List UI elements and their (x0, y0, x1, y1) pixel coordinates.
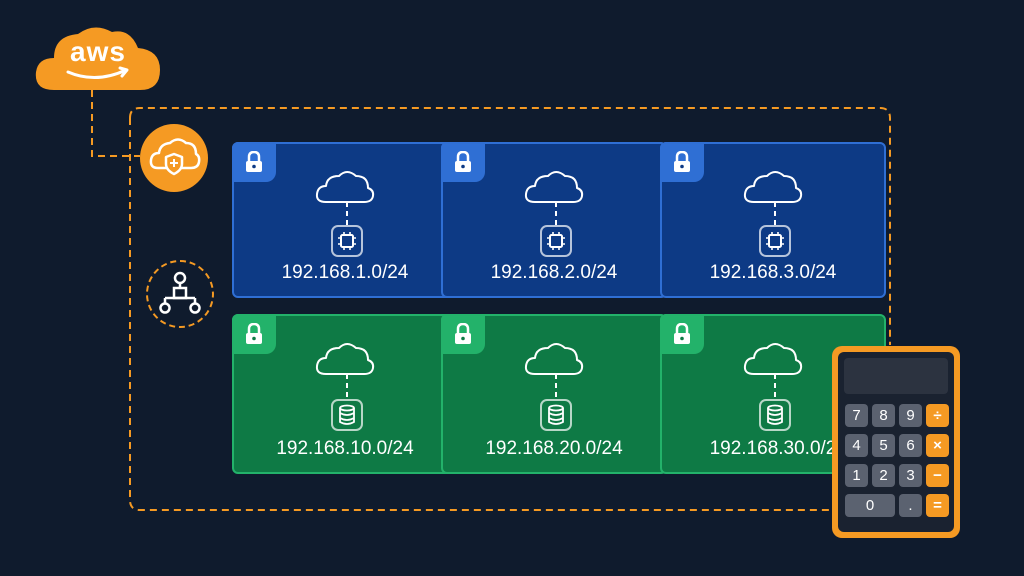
lock-icon (660, 314, 704, 354)
calc-key-0[interactable]: 0 (845, 494, 895, 517)
subnet-cidr: 192.168.2.0/24 (490, 262, 618, 283)
calc-key-equals[interactable]: = (926, 494, 949, 517)
subnet-cidr: 192.168.1.0/24 (281, 262, 409, 283)
calc-key-5[interactable]: 5 (872, 434, 895, 457)
calc-key-3[interactable]: 3 (899, 464, 922, 487)
lock-icon (232, 142, 276, 182)
calc-key-8[interactable]: 8 (872, 404, 895, 427)
aws-logo: aws (34, 22, 162, 92)
lock-icon (232, 314, 276, 354)
cloud-chip-icon (743, 171, 803, 257)
calc-key-4[interactable]: 4 (845, 434, 868, 457)
subnet-cidr: 192.168.20.0/24 (485, 438, 623, 459)
public-subnet-1[interactable]: 192.168.1.0/24 (232, 142, 458, 298)
lock-icon (660, 142, 704, 182)
calculator-icon[interactable]: 7 8 9 ÷ 4 5 6 × 1 2 3 − 0 . = (832, 346, 960, 538)
calculator-display (844, 358, 948, 394)
public-subnet-3[interactable]: 192.168.3.0/24 (660, 142, 886, 298)
calc-key-2[interactable]: 2 (872, 464, 895, 487)
calc-key-minus[interactable]: − (926, 464, 949, 487)
private-subnet-2[interactable]: 192.168.20.0/24 (441, 314, 667, 474)
cloud-database-icon (315, 343, 375, 431)
calc-key-multiply[interactable]: × (926, 434, 949, 457)
private-subnet-1[interactable]: 192.168.10.0/24 (232, 314, 458, 474)
calc-key-6[interactable]: 6 (899, 434, 922, 457)
cloud-chip-icon (524, 171, 584, 257)
cloud-shield-icon[interactable] (140, 124, 208, 192)
calc-key-decimal[interactable]: . (899, 494, 922, 517)
calc-key-7[interactable]: 7 (845, 404, 868, 427)
cloud-database-icon (743, 343, 803, 431)
lock-icon (441, 142, 485, 182)
lock-icon (441, 314, 485, 354)
subnet-cidr: 192.168.3.0/24 (709, 262, 837, 283)
network-router-icon[interactable] (146, 260, 214, 328)
calc-key-9[interactable]: 9 (899, 404, 922, 427)
public-subnet-2[interactable]: 192.168.2.0/24 (441, 142, 667, 298)
cloud-chip-icon (315, 171, 375, 257)
aws-logo-text: aws (70, 36, 126, 67)
subnet-cidr: 192.168.10.0/24 (276, 438, 414, 459)
calculator-body: 7 8 9 ÷ 4 5 6 × 1 2 3 − 0 . = (838, 352, 954, 532)
cloud-database-icon (524, 343, 584, 431)
calc-key-divide[interactable]: ÷ (926, 404, 949, 427)
calc-key-1[interactable]: 1 (845, 464, 868, 487)
